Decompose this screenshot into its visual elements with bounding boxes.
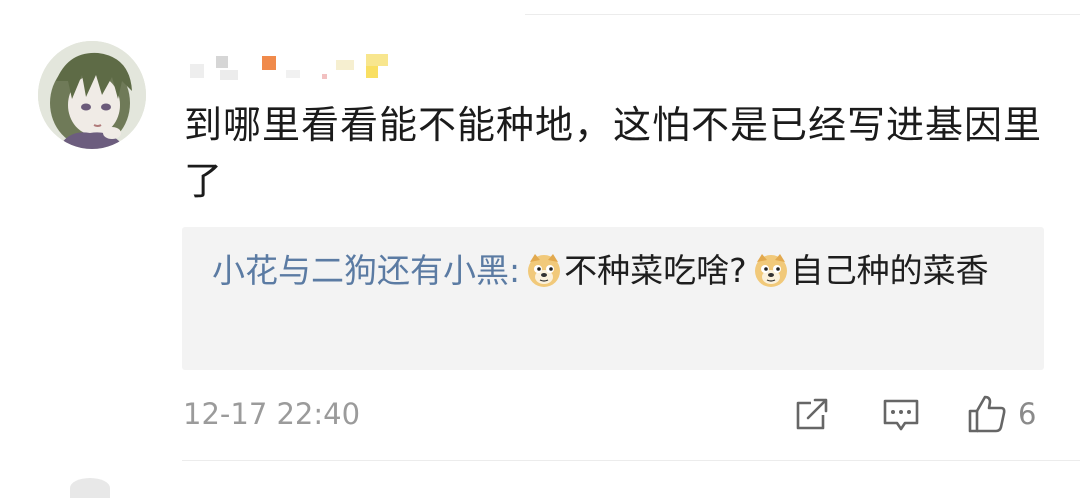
comment-icon <box>883 399 919 431</box>
doge-emoji-icon <box>526 252 562 288</box>
reply-text-part-2: 自己种的菜香 <box>790 251 989 290</box>
share-icon <box>796 398 828 430</box>
bottom-divider <box>182 460 1080 461</box>
top-divider <box>525 14 1080 15</box>
reply-text-part-1: 不种菜吃啥? <box>564 251 747 290</box>
user-avatar[interactable] <box>38 41 146 149</box>
doge-emoji-icon <box>753 252 789 288</box>
like-button[interactable]: 6 <box>966 393 1036 435</box>
username-blurred[interactable] <box>190 52 410 84</box>
reply-content: 小花与二狗还有小黑: 不种菜吃啥? 自己种的菜香 <box>212 245 1012 297</box>
reply-author-link[interactable]: 小花与二狗还有小黑: <box>212 251 520 290</box>
avatar-illustration-icon <box>38 41 146 149</box>
thumbs-up-icon <box>968 395 1006 433</box>
comment-timestamp: 12-17 22:40 <box>183 397 361 431</box>
like-count: 6 <box>1018 397 1037 431</box>
reply-box[interactable]: 小花与二狗还有小黑: 不种菜吃啥? 自己种的菜香 <box>182 227 1044 370</box>
share-button[interactable] <box>793 393 831 435</box>
comment-button[interactable] <box>882 393 920 435</box>
next-comment-avatar[interactable] <box>70 478 110 498</box>
comment-text: 到哪里看看能不能种地，这怕不是已经写进基因里了 <box>184 103 1043 203</box>
